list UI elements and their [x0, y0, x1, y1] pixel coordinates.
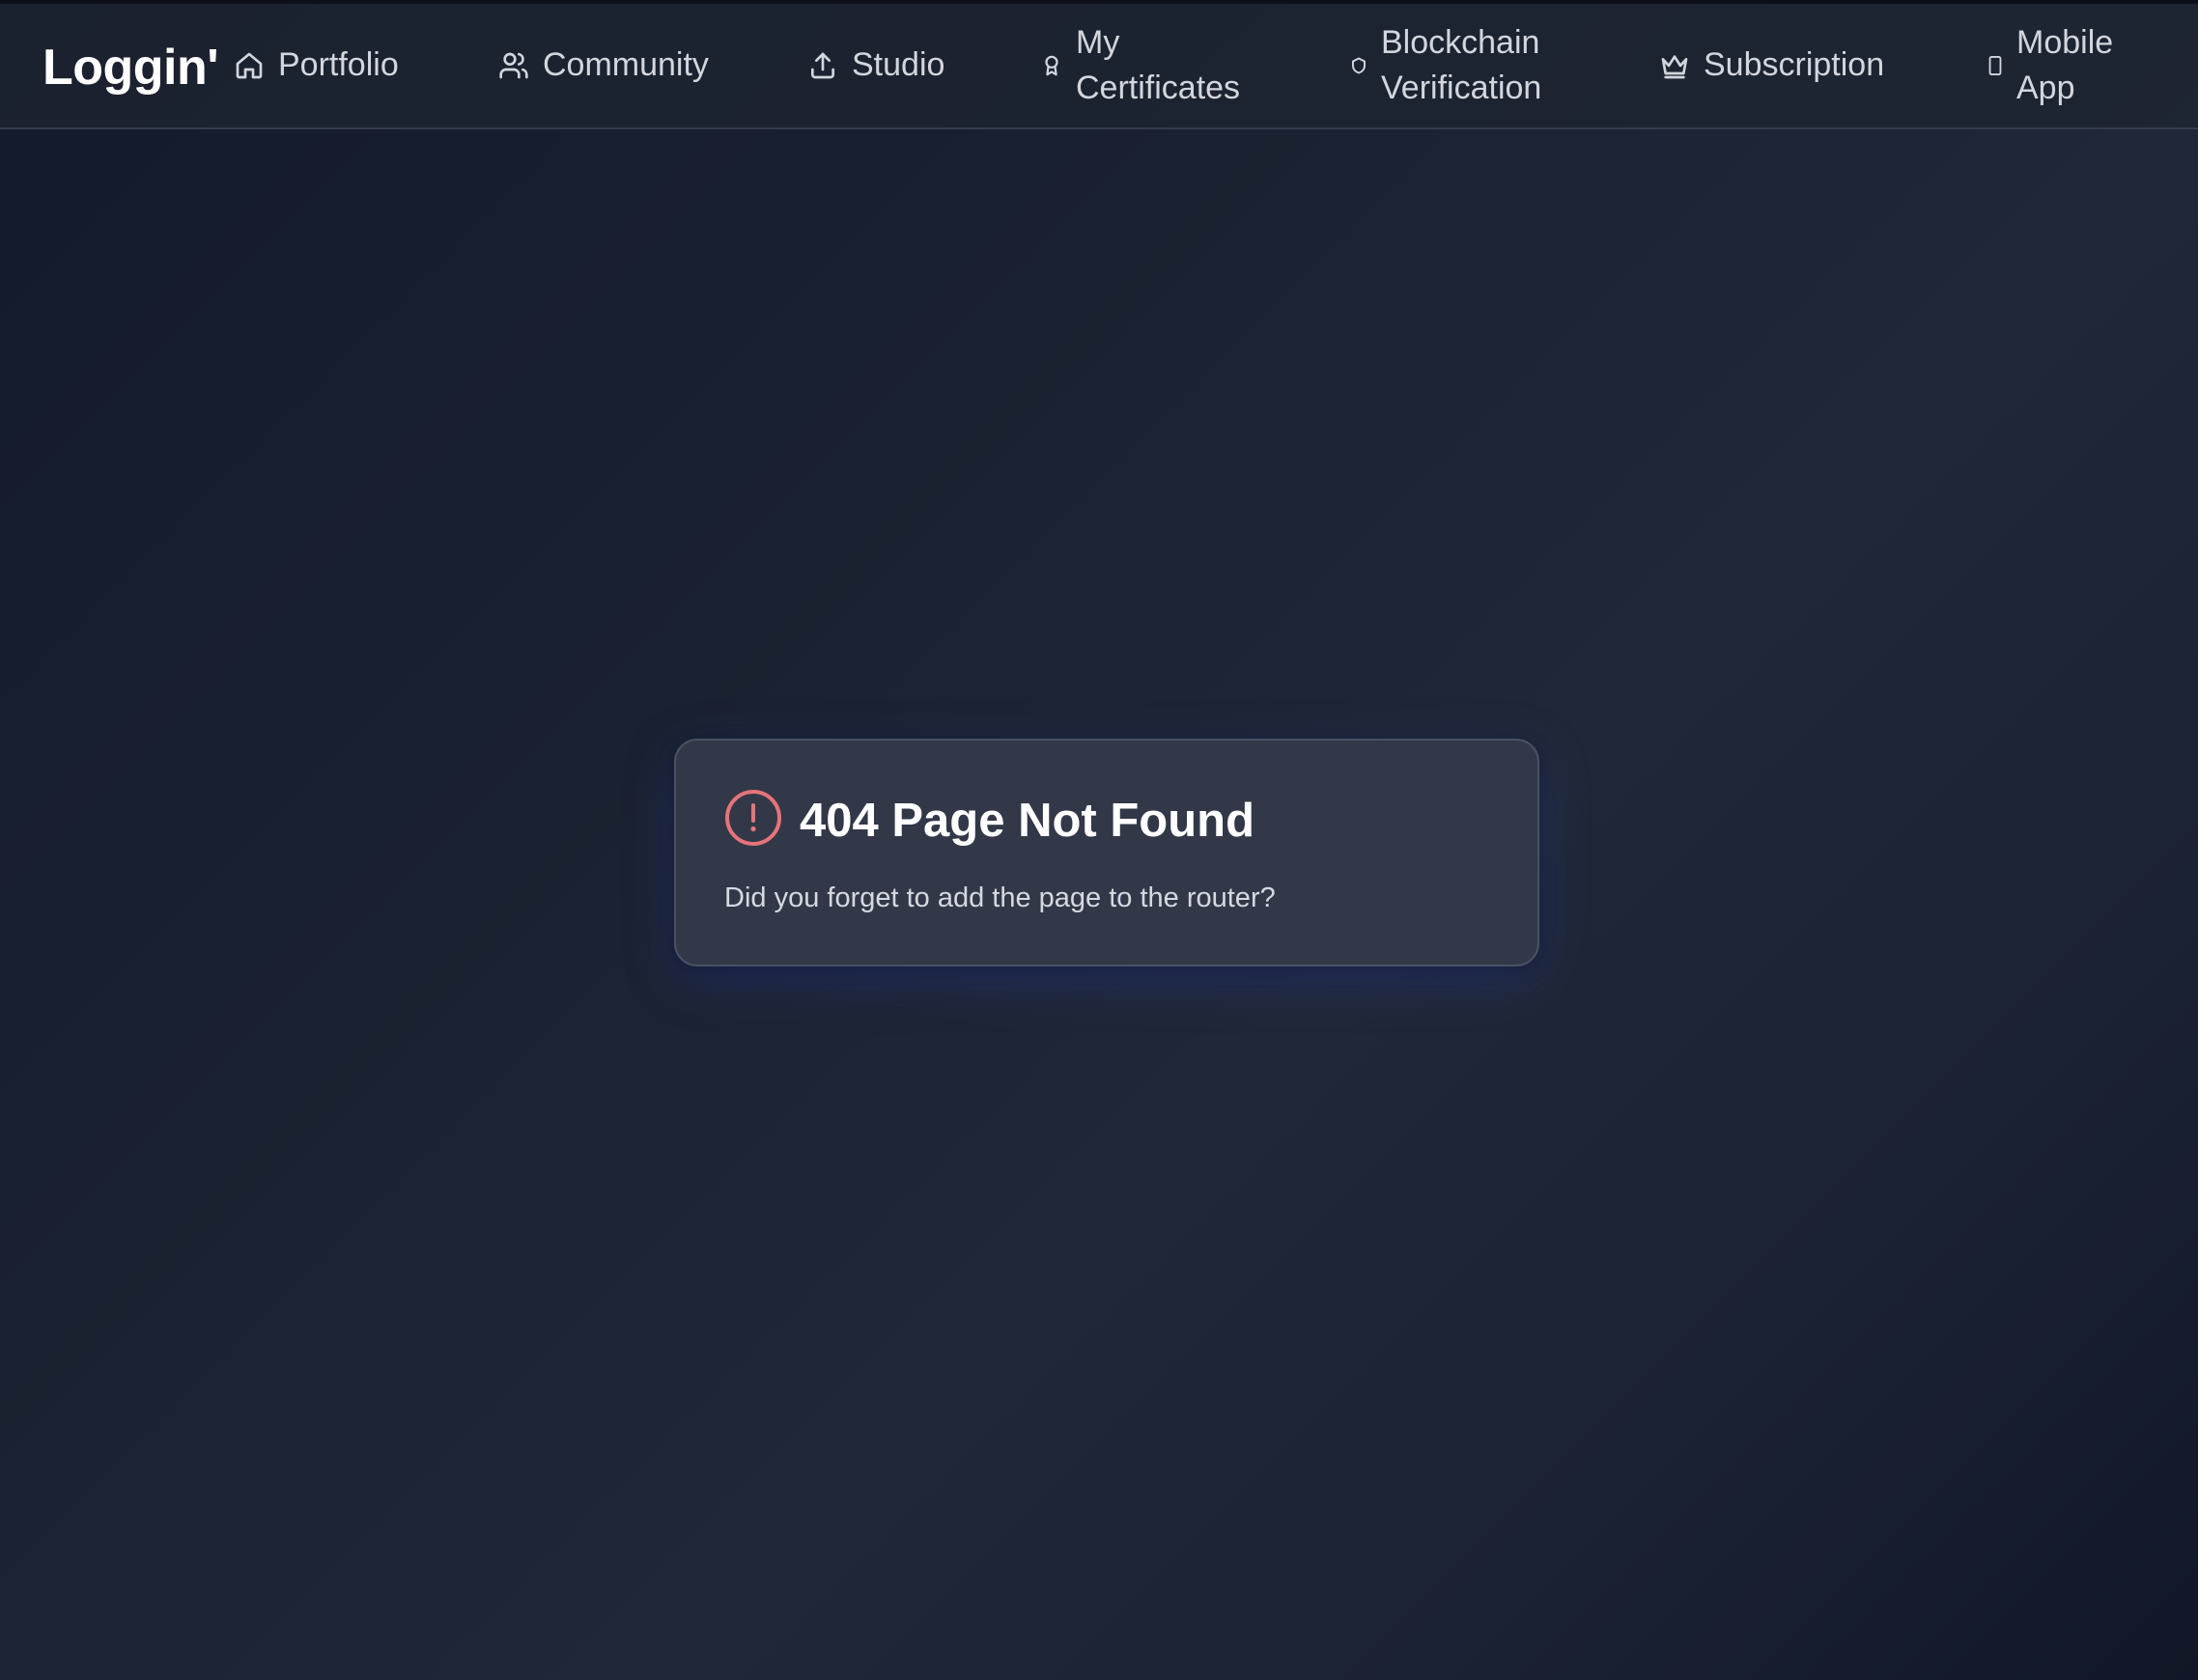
not-found-message: Did you forget to add the page to the ro…	[724, 882, 1276, 913]
nav-item-label: Mobile App	[2016, 24, 2114, 106]
nav-item-label: Blockchain Verification	[1381, 24, 1542, 106]
not-found-card: 404 Page Not Found Did you forget to add…	[674, 739, 1539, 966]
nav-item-label: Studio	[852, 46, 945, 83]
nav-item-label: My Certificates	[1076, 24, 1241, 106]
app-logo[interactable]: Loggin'	[42, 37, 219, 98]
alert-circle-icon	[724, 789, 782, 852]
not-found-header: 404 Page Not Found	[724, 789, 1254, 852]
nav-item-label: Community	[543, 46, 709, 83]
crown-icon	[1659, 50, 1690, 81]
nav-item-studio[interactable]: Studio	[807, 42, 944, 88]
nav-item-mobile-app[interactable]: Mobile App	[1987, 20, 2161, 111]
users-icon	[498, 50, 529, 81]
nav-item-label: Subscription	[1704, 46, 1885, 83]
award-icon	[1041, 55, 1062, 76]
nav-item-portfolio[interactable]: Portfolio	[234, 42, 399, 88]
nav-item-blockchain-verification[interactable]: Blockchain Verification	[1350, 20, 1582, 111]
top-navbar: Loggin' Portfolio Community Studio My Ce…	[0, 4, 2198, 129]
nav-item-community[interactable]: Community	[498, 42, 709, 88]
nav-item-label: Portfolio	[278, 46, 399, 83]
smartphone-icon	[1987, 56, 2003, 75]
nav-item-subscription[interactable]: Subscription	[1659, 42, 1884, 88]
shield-icon	[1350, 57, 1367, 74]
home-icon	[234, 50, 265, 81]
upload-icon	[807, 50, 838, 81]
nav-item-my-certificates[interactable]: My Certificates	[1041, 20, 1273, 111]
not-found-title: 404 Page Not Found	[800, 794, 1255, 847]
